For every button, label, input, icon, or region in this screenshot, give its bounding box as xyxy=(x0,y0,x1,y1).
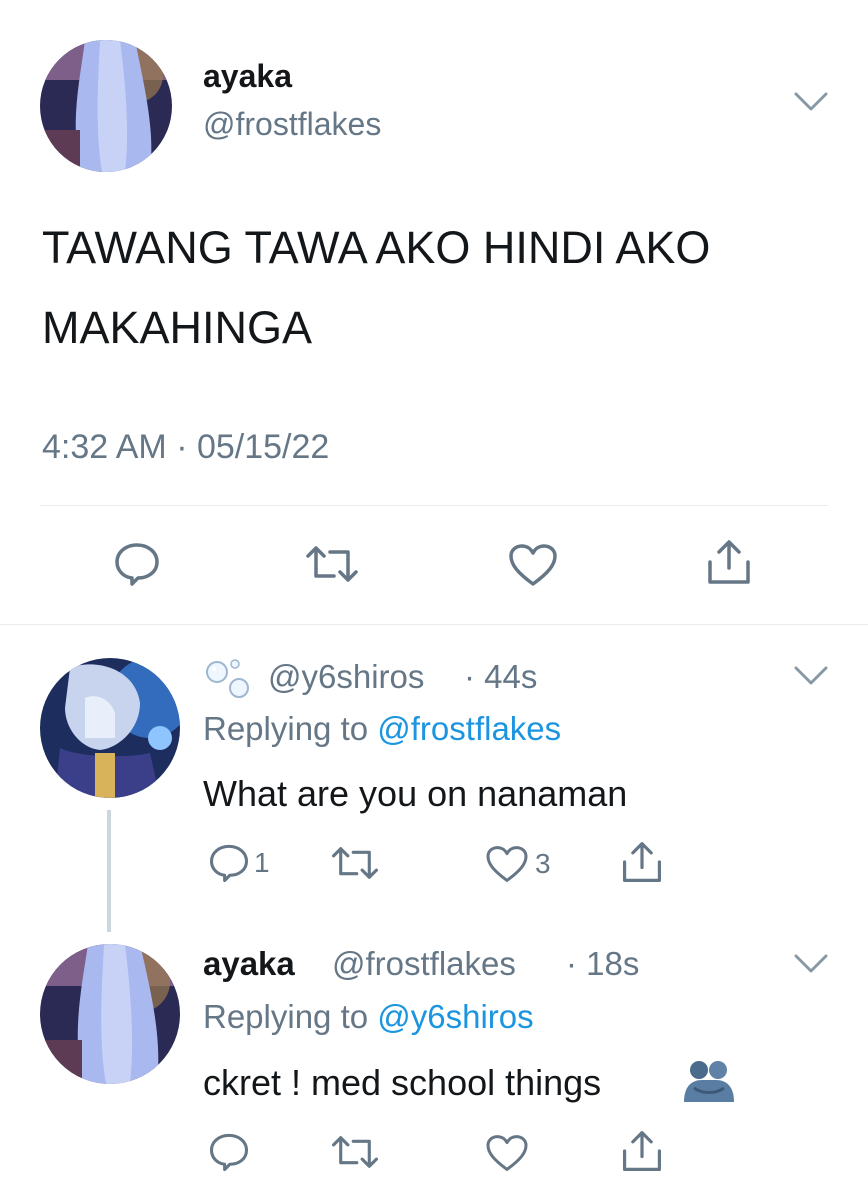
retweet-icon[interactable] xyxy=(330,845,380,881)
reply-icon xyxy=(208,843,250,883)
main-tweet-text-line1: TAWANG TAWA AKO HINDI AKO xyxy=(42,222,711,273)
main-timestamp[interactable]: 4:32 AM · 05/15/22 xyxy=(42,428,329,467)
bubbles-icon xyxy=(203,656,255,705)
chevron-down-icon[interactable] xyxy=(794,666,828,686)
chevron-down-icon[interactable] xyxy=(794,92,828,112)
like-icon[interactable] xyxy=(485,1134,529,1172)
reply1-time[interactable]: · 44s xyxy=(464,658,537,696)
reply1-replying-to: Replying to @frostflakes xyxy=(203,710,561,748)
reply2-text: ckret ! med school things xyxy=(203,1062,602,1103)
replying-to-link[interactable]: @y6shiros xyxy=(377,998,533,1035)
reply2-time[interactable]: · 18s xyxy=(566,945,639,983)
chevron-down-icon[interactable] xyxy=(794,954,828,974)
retweet-icon[interactable] xyxy=(330,1134,380,1170)
reply-icon[interactable] xyxy=(208,1132,250,1172)
reply1-like-button[interactable]: 3 xyxy=(485,845,551,883)
share-icon[interactable] xyxy=(705,538,753,586)
main-display-name[interactable]: ayaka xyxy=(203,58,292,95)
hugging-emoji xyxy=(682,1058,736,1109)
share-icon[interactable] xyxy=(620,1129,664,1173)
reply2-display-name[interactable]: ayaka xyxy=(203,945,295,983)
retweet-icon[interactable] xyxy=(304,544,360,584)
main-tweet-text-line2: MAKAHINGA xyxy=(42,302,313,353)
replying-to-link[interactable]: @frostflakes xyxy=(377,710,561,747)
reply-avatar-frostflakes[interactable] xyxy=(40,944,180,1084)
reply1-reply-button[interactable]: 1 xyxy=(208,843,270,883)
reply1-text: What are you on nanaman xyxy=(203,773,628,814)
main-handle[interactable]: @frostflakes xyxy=(203,106,381,143)
like-icon[interactable] xyxy=(508,543,558,587)
replying-to-label: Replying to xyxy=(203,998,378,1035)
divider xyxy=(40,505,828,506)
like-count: 3 xyxy=(535,848,551,879)
replying-to-label: Replying to xyxy=(203,710,378,747)
share-icon[interactable] xyxy=(620,840,664,884)
reply2-handle[interactable]: @frostflakes xyxy=(332,945,516,983)
reply-avatar-y6shiros[interactable] xyxy=(40,658,180,798)
thread-line xyxy=(107,810,111,932)
reply-count: 1 xyxy=(254,847,270,878)
reply2-replying-to: Replying to @y6shiros xyxy=(203,998,534,1036)
section-divider xyxy=(0,624,868,625)
main-avatar[interactable] xyxy=(40,40,172,172)
reply1-handle[interactable]: @y6shiros xyxy=(268,658,424,696)
reply-icon[interactable] xyxy=(113,542,161,586)
like-icon xyxy=(485,845,529,883)
